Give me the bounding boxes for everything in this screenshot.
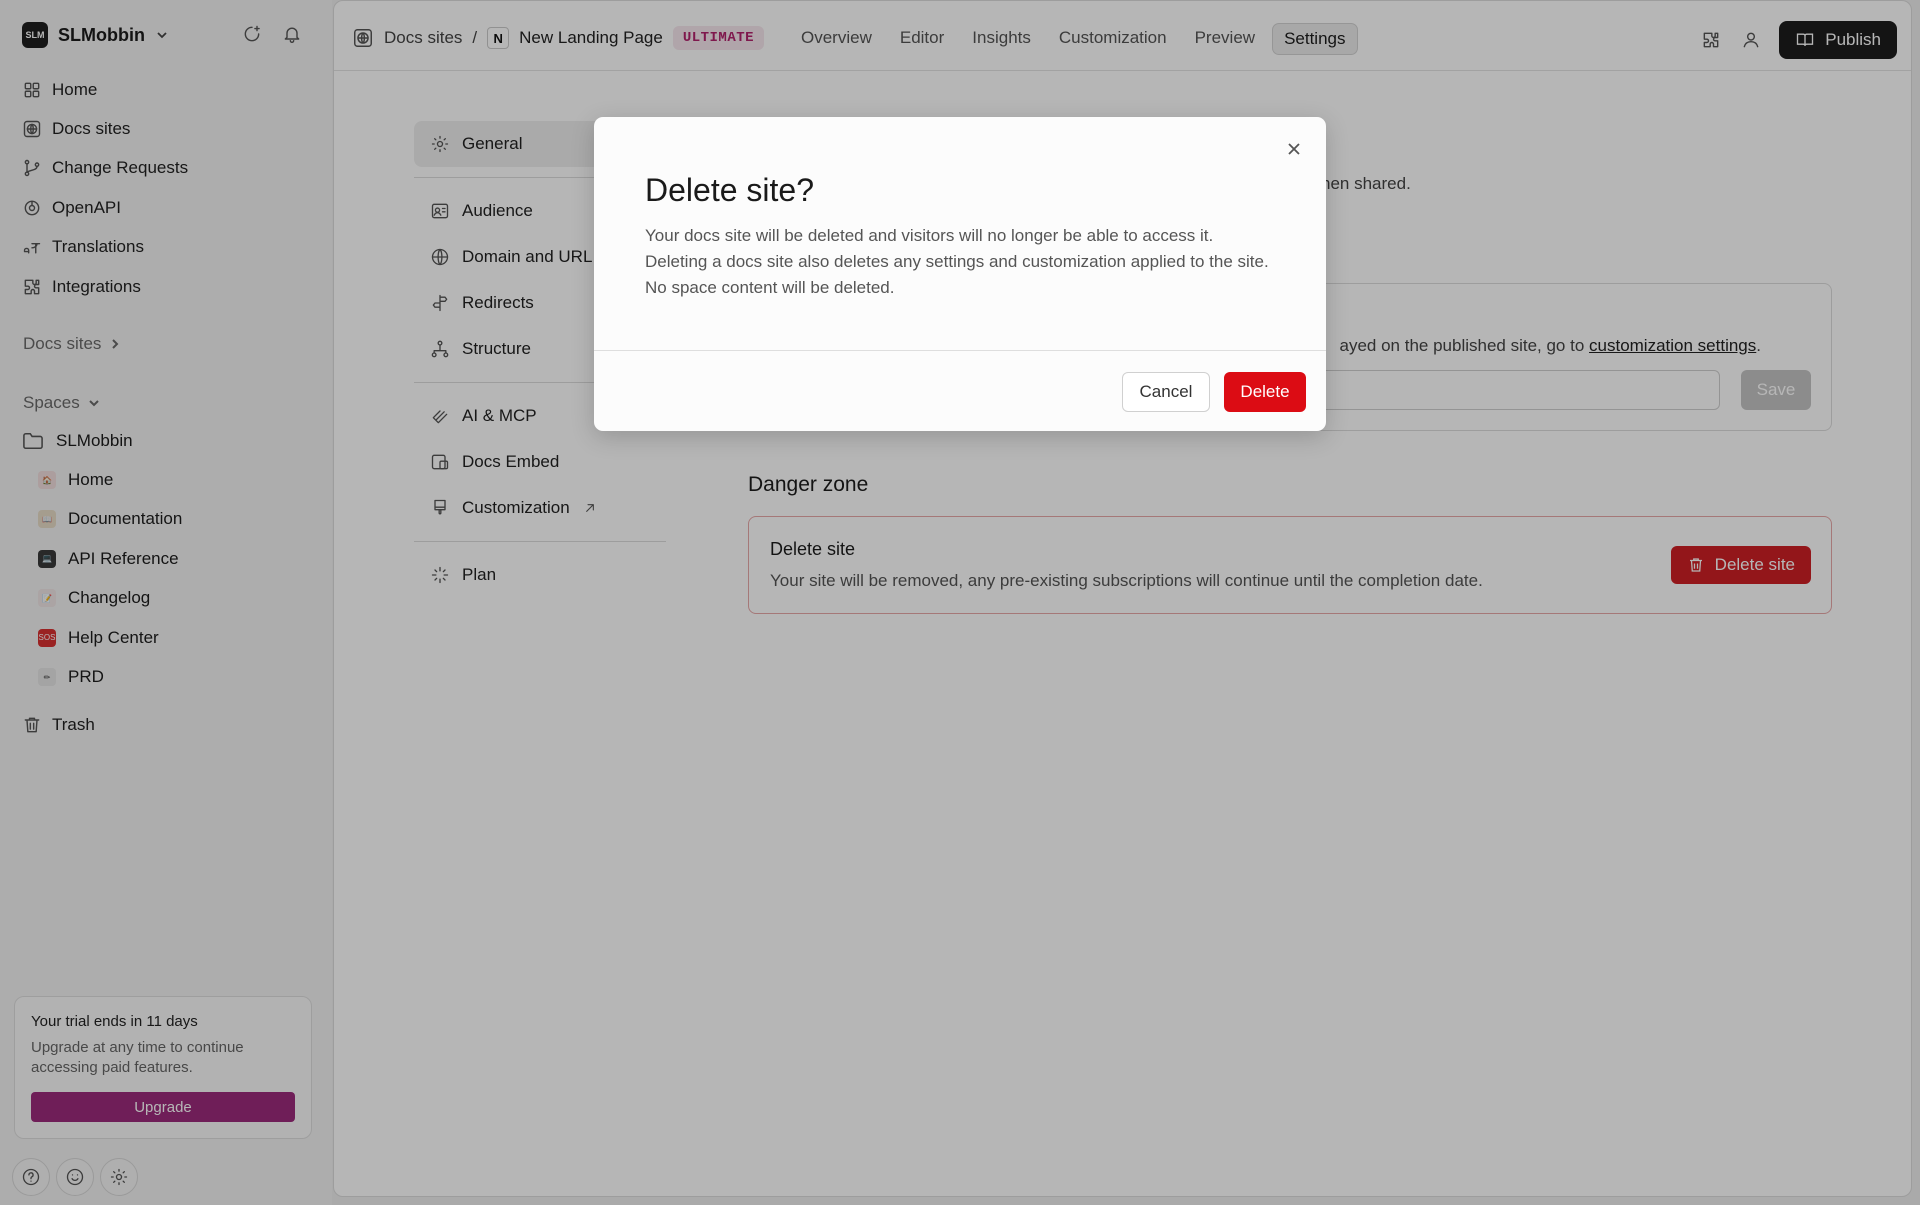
close-icon[interactable]	[1282, 137, 1306, 161]
delete-site-dialog: Delete site? Your docs site will be dele…	[594, 117, 1326, 431]
dialog-body: Your docs site will be deleted and visit…	[645, 226, 1269, 297]
divider	[594, 350, 1326, 351]
confirm-delete-button[interactable]: Delete	[1224, 372, 1306, 412]
cancel-button[interactable]: Cancel	[1122, 372, 1210, 412]
dialog-title: Delete site?	[645, 172, 814, 208]
